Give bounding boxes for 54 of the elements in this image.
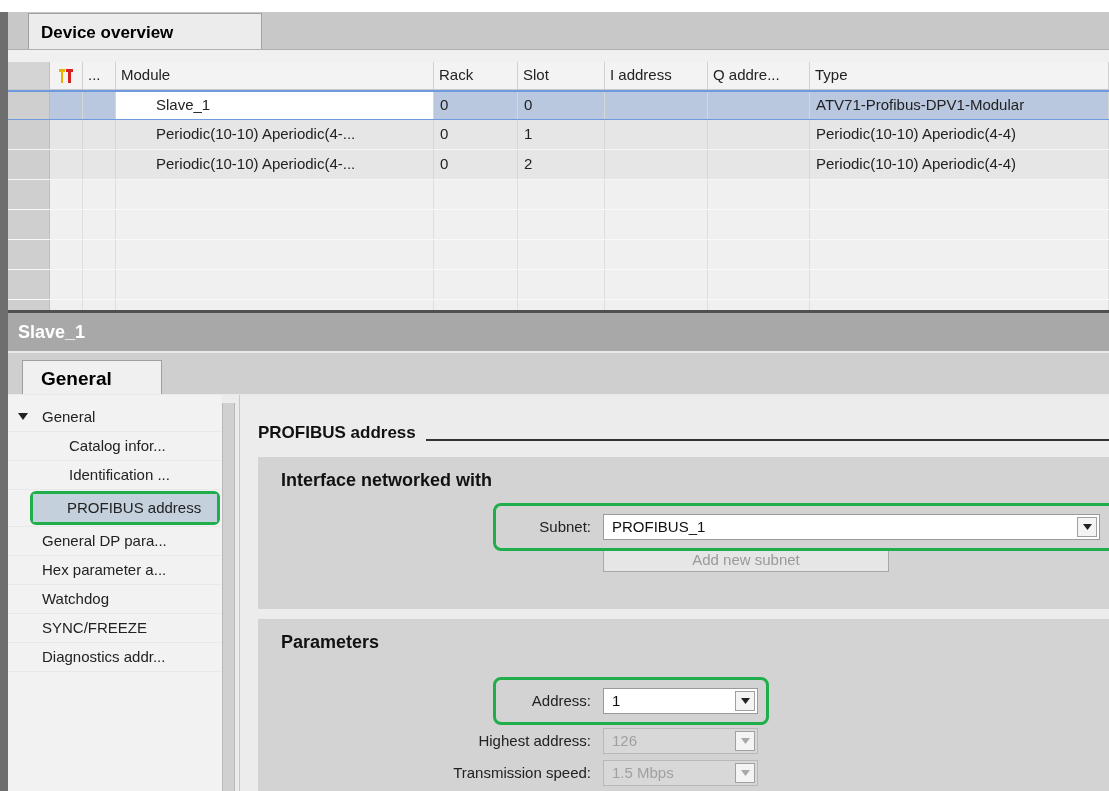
column-header[interactable]: I address: [605, 62, 708, 89]
tree-item[interactable]: General DP para...: [8, 527, 222, 555]
table-cell-text: ATV71-Profibus-DPV1-Modular: [816, 95, 1025, 116]
row-header[interactable]: [8, 270, 50, 299]
wrench-icon: [57, 66, 75, 85]
tree-item[interactable]: SYNC/FREEZE: [8, 614, 222, 642]
table-row[interactable]: Periodic(10-10) Aperiodic(4-... 0 1 Periodic(10-10) Aperiodic(4-4): [8, 120, 1109, 150]
table-cell-text: Periodic(10-10) Aperiodic(4-4): [816, 124, 1017, 145]
row-header[interactable]: [8, 62, 50, 89]
column-header[interactable]: Slot: [518, 62, 605, 89]
column-header[interactable]: Q addre...: [708, 62, 810, 89]
scrollbar[interactable]: [222, 403, 235, 791]
tree-item[interactable]: Identification ...: [8, 461, 222, 489]
table-cell-text: 0: [440, 95, 449, 116]
table-cell-text: Periodic(10-10) Aperiodic(4-4): [816, 154, 1017, 175]
row-header[interactable]: [8, 150, 50, 179]
column-header[interactable]: Module: [116, 62, 434, 89]
tree-item[interactable]: Catalog infor...: [8, 432, 222, 460]
table-cell-text: Periodic(10-10) Aperiodic(4-...: [156, 154, 356, 175]
tree-item[interactable]: PROFIBUS address: [33, 494, 217, 522]
field-label: Address:: [531, 690, 591, 711]
field-label: Subnet:: [539, 516, 591, 537]
table-cell-text: 1: [524, 124, 533, 145]
tree-item[interactable]: General: [8, 403, 222, 431]
table-row[interactable]: Slave_1 0 0 ATV71-Profibus-DPV1-Modular: [8, 90, 1109, 120]
tab[interactable]: General: [22, 360, 162, 394]
expand-arrow-icon[interactable]: [18, 413, 28, 421]
table-cell-text: 0: [524, 95, 533, 116]
group-title: Interface networked with: [281, 469, 494, 492]
tree-item[interactable]: Watchdog: [8, 585, 222, 613]
table-cell-text: 2: [524, 154, 533, 175]
column-header[interactable]: Rack: [434, 62, 518, 89]
section-heading: PROFIBUS address: [258, 421, 416, 444]
field-label: Highest address:: [478, 730, 591, 751]
row-header[interactable]: [8, 92, 50, 119]
row-header[interactable]: [8, 240, 50, 269]
table-cell-text: Slave_1: [156, 95, 211, 116]
tree-item[interactable]: Hex parameter a...: [8, 556, 222, 584]
row-header[interactable]: [8, 180, 50, 209]
group-title: Parameters: [281, 631, 381, 654]
panel-title: Slave_1: [18, 320, 86, 344]
row-header[interactable]: [8, 120, 50, 149]
column-header[interactable]: ...: [83, 62, 116, 89]
table-cell-text: 0: [440, 124, 449, 145]
column-header[interactable]: Type: [810, 62, 1109, 89]
row-header[interactable]: [8, 210, 50, 239]
tab[interactable]: Device overview: [28, 13, 262, 49]
dropdown-field[interactable]: PROFIBUS_1: [603, 514, 1100, 540]
table-cell-text: Periodic(10-10) Aperiodic(4-...: [156, 124, 356, 145]
tree-item[interactable]: Diagnostics addr...: [8, 643, 222, 671]
table-cell-text: 0: [440, 154, 449, 175]
dropdown-field[interactable]: 1: [603, 688, 758, 714]
table-row[interactable]: Periodic(10-10) Aperiodic(4-... 0 2 Periodic(10-10) Aperiodic(4-4): [8, 150, 1109, 180]
field-label: Transmission speed:: [453, 762, 591, 783]
